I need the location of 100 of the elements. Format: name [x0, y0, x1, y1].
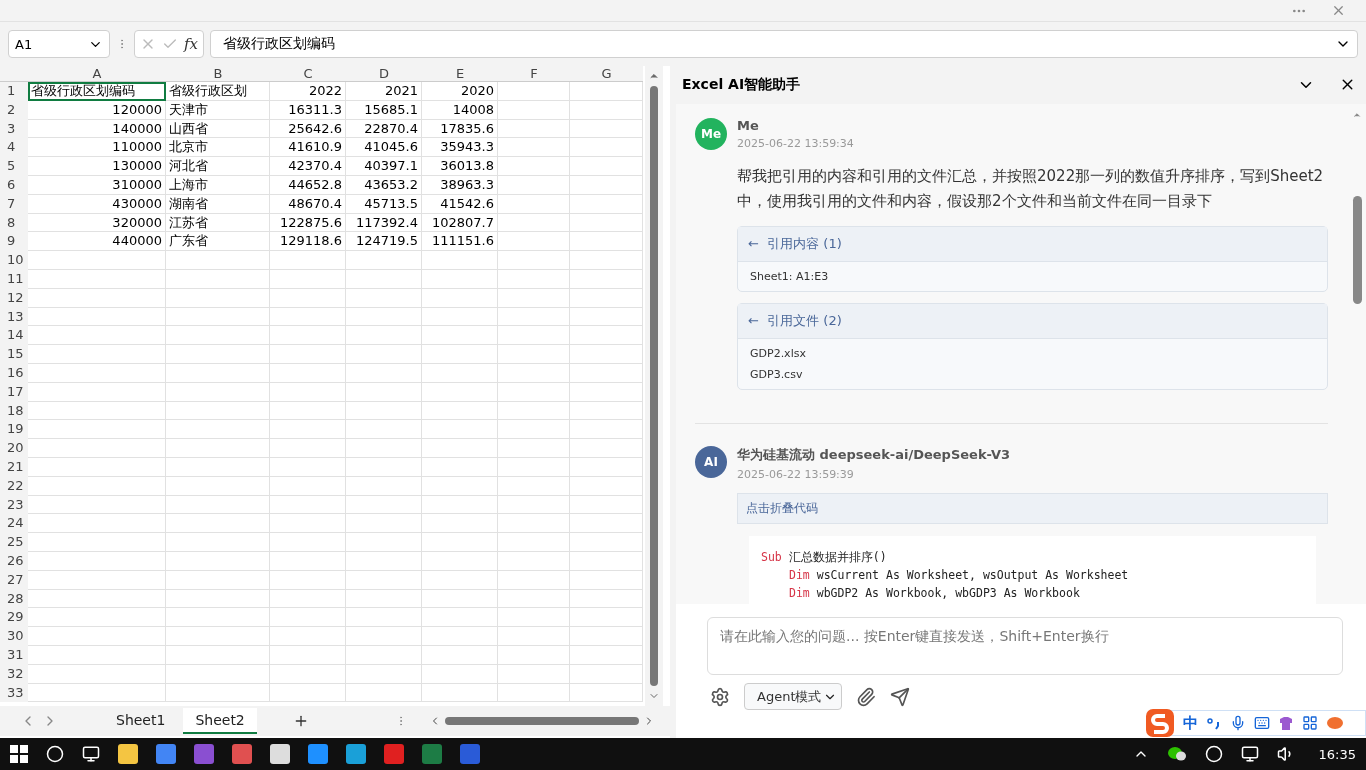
mode-select[interactable]: Agent模式 — [744, 683, 842, 710]
table-cell: 117392.4 — [346, 213, 422, 233]
app-icon[interactable] — [156, 744, 176, 764]
app-icon[interactable] — [308, 744, 328, 764]
table-cell: 310000 — [28, 176, 166, 195]
table-cell: 129118.6 — [270, 232, 346, 252]
reference-item: Sheet1: A1:E3 — [750, 270, 830, 283]
timestamp: 2025-06-22 13:59:39 — [737, 468, 854, 481]
reference-header[interactable]: ← 引用文件 (2) — [738, 304, 1327, 339]
table-cell: 38963.3 — [422, 176, 498, 195]
column-header[interactable]: F — [498, 66, 570, 82]
row-header[interactable]: 20 — [0, 439, 28, 458]
table-cell: 43653.2 — [346, 176, 422, 195]
empty-cell — [498, 232, 570, 252]
message-text: 帮我把引用的内容和引用的文件汇总，并按照2022那一列的数值升序排序，写到Sheet2中，使用我引用的文件和内容，假设那2个文件和当前文件在同一目录下 — [737, 166, 1325, 212]
scroll-up-icon[interactable] — [1352, 110, 1362, 120]
clock: 16:35 — [1318, 746, 1356, 762]
table-cell: 天津市 — [166, 100, 270, 120]
reference-item: GDP3.csv — [750, 368, 804, 381]
app-icon[interactable] — [194, 744, 214, 764]
empty-cell — [498, 213, 570, 233]
table-cell: 111151.6 — [422, 232, 498, 252]
empty-cell — [498, 100, 570, 120]
panel-title: Excel AI智能助手 — [682, 76, 801, 94]
table-cell: 41045.6 — [346, 138, 422, 158]
row-header[interactable]: 1 — [0, 82, 28, 101]
column-header[interactable]: D — [346, 66, 422, 82]
app-icon[interactable] — [422, 744, 442, 764]
table-cell: 42370.4 — [270, 157, 346, 176]
table-cell: 2020 — [422, 82, 498, 101]
table-cell: 41542.6 — [422, 194, 498, 214]
name-box[interactable]: A1 — [8, 30, 110, 58]
table-cell: 17835.6 — [422, 119, 498, 139]
row-header[interactable]: 15 — [0, 345, 28, 364]
empty-cell — [498, 251, 570, 270]
code-line: Dim wsCurrent As Worksheet, wsOutput As Worksheet — [788, 567, 1130, 584]
table-cell: 上海市 — [166, 176, 270, 195]
table-cell: 河北省 — [166, 157, 270, 176]
row-header[interactable]: 19 — [0, 420, 28, 440]
table-cell: 省级行政区划 — [166, 82, 270, 101]
table-cell: 130000 — [28, 157, 166, 176]
reference-header[interactable]: ← 引用内容 (1) — [738, 227, 1327, 262]
table-cell: 45713.5 — [346, 194, 422, 214]
row-header[interactable]: 9 — [0, 232, 28, 252]
empty-cell — [498, 363, 570, 383]
column-header[interactable]: C — [270, 66, 346, 82]
collapse-code-button[interactable]: 点击折叠代码 — [737, 493, 1328, 524]
table-cell: 40397.1 — [346, 157, 422, 176]
record-icon — [1204, 745, 1223, 763]
app-icon[interactable] — [232, 744, 252, 764]
column-header[interactable]: B — [166, 66, 270, 82]
sender-name: 华为硅基流动 deepseek-ai/DeepSeek-V3 — [737, 446, 1011, 464]
table-cell: 湖南省 — [166, 194, 270, 214]
app-icon[interactable] — [118, 744, 138, 764]
question-field[interactable]: 请在此输入您的问题... 按Enter键直接发送，Shift+Enter换行 — [707, 617, 1343, 675]
code-line: Sub 汇总数据并排序() — [761, 549, 888, 566]
insert-function-button[interactable]: fx — [184, 35, 198, 53]
reference-item: GDP2.xlsx — [750, 347, 807, 360]
empty-cell — [498, 326, 570, 346]
row-header[interactable]: 25 — [0, 533, 28, 552]
app-icon[interactable] — [460, 744, 480, 764]
sheet-tab[interactable]: Sheet2 — [183, 708, 257, 734]
app-icon[interactable] — [270, 744, 290, 764]
app-icon[interactable] — [346, 744, 366, 764]
column-header[interactable]: A — [28, 66, 166, 82]
empty-cell — [498, 119, 570, 139]
empty-cell — [498, 683, 570, 703]
row-header[interactable]: 4 — [0, 138, 28, 158]
sender-name: Me — [737, 118, 759, 133]
send-icon[interactable] — [890, 686, 910, 707]
empty-cell — [498, 138, 570, 158]
empty-cell — [498, 589, 570, 609]
column-header[interactable]: E — [422, 66, 498, 82]
table-cell: 山西省 — [166, 119, 270, 139]
row-header[interactable]: 10 — [0, 251, 28, 270]
table-cell: 430000 — [28, 194, 166, 214]
row-header[interactable]: 5 — [0, 157, 28, 176]
input-mode-button[interactable]: 中 — [1183, 713, 1198, 733]
settings-icon[interactable] — [710, 686, 730, 707]
row-header[interactable]: 29 — [0, 608, 28, 628]
sheet-tab[interactable]: Sheet1 — [104, 708, 178, 734]
table-cell: 36013.8 — [422, 157, 498, 176]
empty-cell — [498, 288, 570, 308]
code-line: Dim wbGDP2 As Workbook, wbGDP3 As Workbook — [788, 585, 1081, 602]
keyboard-icon — [1254, 715, 1270, 731]
column-header[interactable]: G — [570, 66, 643, 82]
formula-field[interactable]: 省级行政区划编码 — [210, 30, 1358, 58]
table-cell: 122875.6 — [270, 213, 346, 233]
table-cell: 48670.4 — [270, 194, 346, 214]
row-header[interactable]: 24 — [0, 514, 28, 534]
empty-cell — [498, 420, 570, 440]
row-header[interactable]: 30 — [0, 627, 28, 646]
row-header[interactable]: 14 — [0, 326, 28, 346]
microphone-icon — [1230, 715, 1246, 731]
table-cell: 江苏省 — [166, 213, 270, 233]
empty-cell — [498, 439, 570, 458]
table-cell: 2021 — [346, 82, 422, 101]
app-icon[interactable] — [384, 744, 404, 764]
empty-cell — [498, 533, 570, 552]
paperclip-icon[interactable] — [856, 686, 876, 707]
